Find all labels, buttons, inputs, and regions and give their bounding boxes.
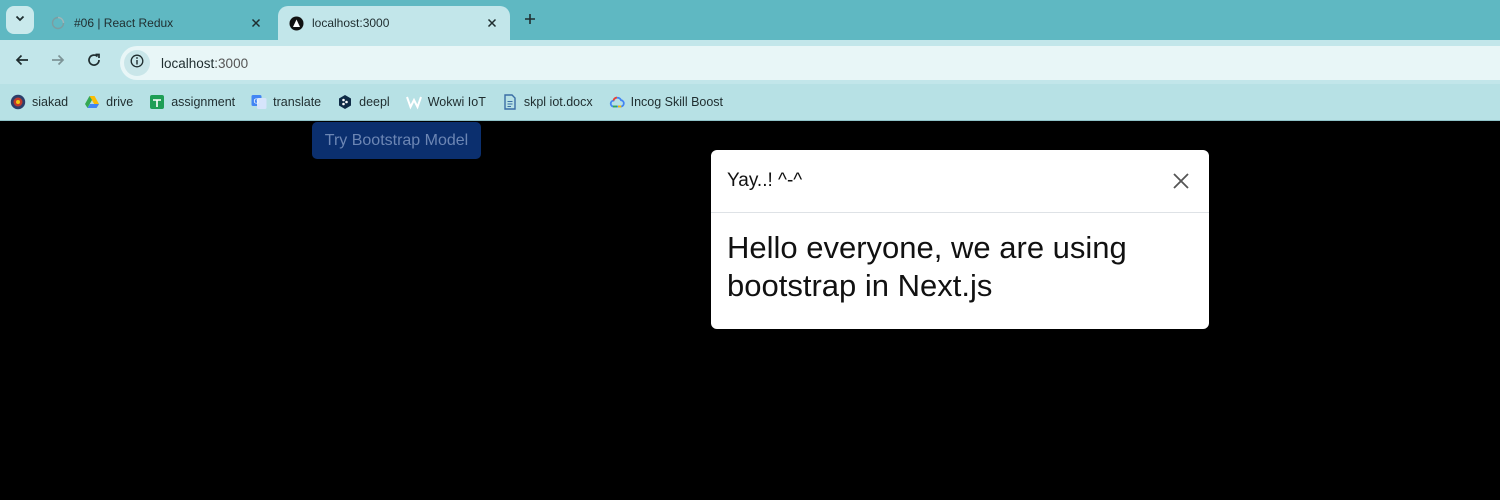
bookmark-siakad[interactable]: siakad — [10, 94, 68, 110]
modal-body: Hello everyone, we are using bootstrap i… — [711, 213, 1209, 321]
bookmark-wokwi[interactable]: Wokwi IoT — [405, 94, 486, 110]
tab-localhost[interactable]: localhost:3000 — [278, 6, 510, 40]
modal-dialog: Yay..! ^-^ Hello everyone, we are using … — [711, 150, 1209, 329]
arrow-right-icon — [50, 52, 66, 73]
close-tab-icon[interactable] — [246, 13, 266, 33]
bookmark-label: Wokwi IoT — [427, 95, 486, 109]
info-icon — [130, 54, 144, 73]
chevron-down-icon — [14, 11, 26, 29]
bookmark-skpl-iot[interactable]: skpl iot.docx — [502, 94, 593, 110]
bookmark-assignment[interactable]: assignment — [149, 94, 235, 110]
try-bootstrap-model-button[interactable]: Try Bootstrap Model — [312, 122, 481, 159]
nextjs-icon — [288, 15, 304, 31]
url-text: localhost:3000 — [161, 56, 248, 71]
new-tab-button[interactable] — [518, 9, 542, 33]
bookmark-label: assignment — [171, 95, 236, 109]
bookmark-label: drive — [106, 95, 134, 109]
tab-search-button[interactable] — [6, 6, 34, 34]
plus-icon — [524, 12, 536, 30]
bookmark-translate[interactable]: G translate — [251, 94, 321, 110]
modal-header: Yay..! ^-^ — [711, 150, 1209, 213]
bookmark-incog-skill-boost[interactable]: Incog Skill Boost — [609, 94, 723, 110]
url-port: :3000 — [214, 55, 249, 71]
google-translate-icon: G — [251, 94, 267, 110]
google-drive-icon — [84, 94, 100, 110]
tab-title: localhost:3000 — [312, 16, 390, 30]
url-host: localhost — [161, 55, 215, 71]
bookmark-label: deepl — [359, 95, 390, 109]
close-icon[interactable] — [1169, 169, 1193, 193]
close-tab-icon[interactable] — [482, 13, 502, 33]
deepl-icon — [337, 94, 353, 110]
bookmark-drive[interactable]: drive — [84, 94, 133, 110]
document-icon — [502, 94, 518, 110]
university-seal-icon — [10, 94, 26, 110]
back-button[interactable] — [8, 48, 36, 76]
modal-body-text: Hello everyone, we are using bootstrap i… — [727, 230, 1127, 303]
tab-title: #06 | React Redux — [74, 16, 174, 30]
bookmark-label: translate — [273, 95, 322, 109]
modal-title: Yay..! ^-^ — [727, 170, 803, 191]
svg-text:G: G — [254, 98, 259, 106]
google-sheets-icon — [149, 94, 165, 110]
bookmark-label: siakad — [32, 95, 69, 109]
reload-button[interactable] — [80, 48, 108, 76]
tab-react-redux[interactable]: #06 | React Redux — [40, 6, 272, 40]
bookmark-label: skpl iot.docx — [523, 95, 593, 109]
wokwi-icon — [405, 94, 422, 110]
loading-globe-icon — [50, 15, 66, 31]
forward-button[interactable] — [44, 48, 72, 76]
browser-toolbar: localhost:3000 — [0, 40, 1500, 84]
tab-strip: #06 | React Redux localhost:3000 — [0, 0, 1500, 40]
google-cloud-icon — [609, 94, 625, 110]
address-bar[interactable]: localhost:3000 — [120, 46, 1500, 80]
page-viewport: Try Bootstrap Model Yay..! ^-^ Hello eve… — [0, 121, 1500, 500]
bookmarks-bar: siakad drive assignment G translate deep… — [0, 84, 1500, 121]
bookmark-deepl[interactable]: deepl — [337, 94, 390, 110]
reload-icon — [86, 52, 102, 73]
bookmark-label: Incog Skill Boost — [630, 95, 724, 109]
arrow-left-icon — [14, 52, 30, 73]
site-info-button[interactable] — [124, 50, 150, 76]
